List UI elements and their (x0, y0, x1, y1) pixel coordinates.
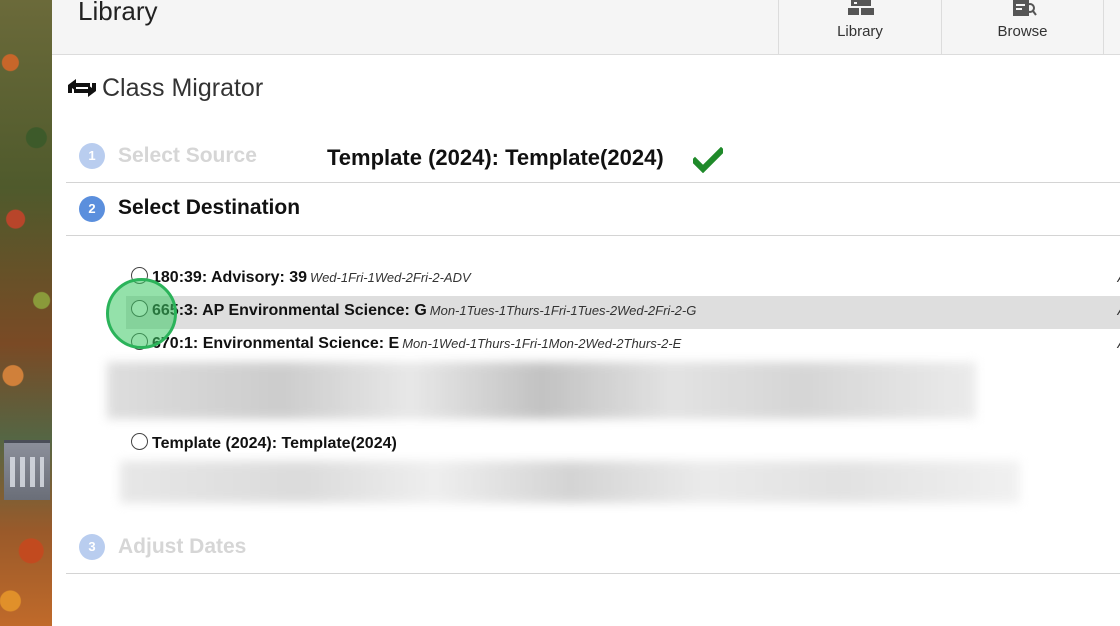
click-indicator (106, 278, 177, 349)
building-image (4, 440, 50, 500)
top-header: Library Library Browse (52, 0, 1120, 55)
checkmark-icon (693, 147, 723, 173)
migrate-icon (68, 79, 96, 97)
step-divider (66, 235, 1120, 236)
destination-name: Template (2024): Template(2024) (152, 435, 397, 452)
step-label-destination: Select Destination (118, 196, 301, 219)
page-title: Class Migrator (102, 73, 264, 102)
destination-option[interactable]: 180:39: Advisory: 39 Wed-1Fri-1Wed-2Fri-2… (126, 263, 1120, 296)
destination-option[interactable]: 665:3: AP Environmental Science: G Mon-1T… (126, 296, 1120, 329)
step-divider (66, 573, 1120, 574)
tab-library-label: Library (837, 23, 883, 40)
selected-source-value: Template (2024): Template(2024) (327, 145, 664, 170)
background-photo (0, 0, 52, 626)
destination-schedule: Wed-1Fri-1Wed-2Fri-2-ADV (310, 270, 471, 285)
step-label-dates: Adjust Dates (118, 535, 247, 558)
destination-name: 665:3: AP Environmental Science: G (152, 302, 427, 319)
destination-schedule: Mon-1Wed-1Thurs-1Fri-1Mon-2Wed-2Thurs-2-… (402, 336, 682, 351)
browse-icon (1013, 0, 1037, 16)
header-title: Library (78, 0, 158, 26)
destination-schedule: Mon-1Tues-1Thurs-1Fri-1Tues-2Wed-2Fri-2-… (429, 303, 697, 318)
tab-library[interactable]: Library (778, 0, 941, 55)
destination-label: 180:39: Advisory: 39 Wed-1Fri-1Wed-2Fri-2… (152, 269, 471, 287)
step-number-3: 3 (79, 534, 105, 560)
destination-option[interactable]: Template (2024): Template(2024) (126, 429, 1120, 462)
tab-browse[interactable]: Browse (941, 0, 1104, 55)
step-number-2: 2 (79, 196, 105, 222)
redacted-content (107, 362, 976, 419)
step-label-source: Select Source (118, 144, 257, 167)
destination-name: 670:1: Environmental Science: E (152, 335, 400, 352)
step-number-1: 1 (79, 143, 105, 169)
destination-label: 670:1: Environmental Science: E Mon-1Wed-… (152, 335, 681, 353)
step-divider (66, 182, 1120, 183)
redacted-content (120, 461, 1020, 503)
destination-option[interactable]: 670:1: Environmental Science: E Mon-1Wed-… (126, 329, 1120, 362)
tab-browse-label: Browse (997, 23, 1048, 40)
radio-button[interactable] (131, 433, 148, 450)
destination-name: 180:39: Advisory: 39 (152, 269, 308, 286)
main-panel: Library Library Browse Class Migrator 1 … (52, 0, 1120, 626)
library-icon (848, 0, 874, 15)
destination-label: 665:3: AP Environmental Science: G Mon-1T… (152, 302, 696, 320)
page-title-row: Class Migrator (66, 72, 263, 104)
destination-label: Template (2024): Template(2024) (152, 435, 397, 453)
